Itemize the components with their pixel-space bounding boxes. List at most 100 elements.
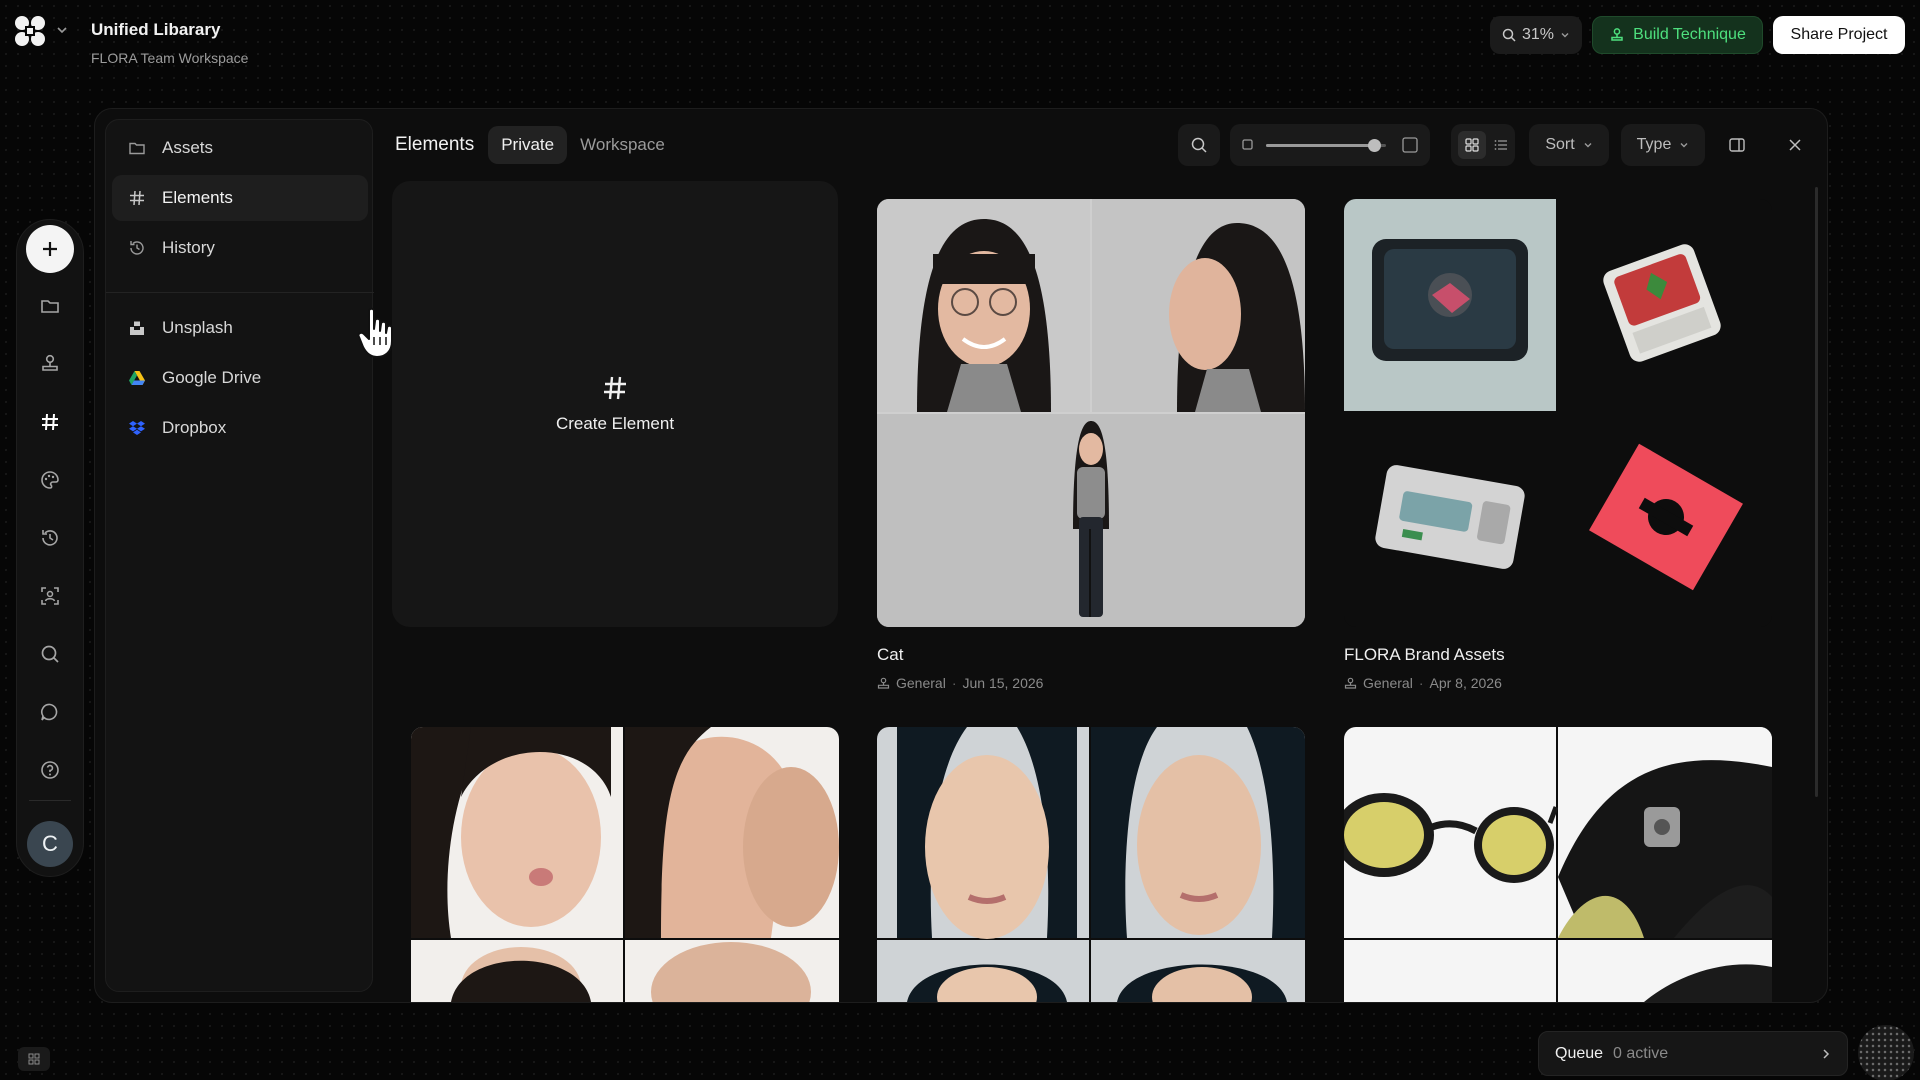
sidebar-item-label: Elements <box>162 188 233 207</box>
thumbnail-size-slider[interactable] <box>1230 124 1430 166</box>
sidebar-panel-icon <box>1728 136 1746 154</box>
zoom-control[interactable]: 31% <box>1490 16 1582 54</box>
sidebar-item-elements[interactable]: Elements <box>112 175 368 221</box>
share-project-button[interactable]: Share Project <box>1773 16 1905 54</box>
plus-icon[interactable] <box>26 225 74 273</box>
workspace-name: FLORA Team Workspace <box>91 50 249 66</box>
card-category: General <box>896 675 946 691</box>
chevron-down-icon <box>1583 140 1593 150</box>
search-button[interactable] <box>1178 124 1220 166</box>
library-sidebar: Assets Elements History Unsplash Google <box>105 119 374 992</box>
grid-icon <box>28 1053 40 1065</box>
small-square-icon <box>1242 139 1253 150</box>
minimap-button[interactable] <box>1858 1025 1914 1080</box>
chevron-right-icon <box>1821 1048 1831 1060</box>
element-card-flora-brand-assets[interactable]: FLORA Brand Assets General · Apr 8, 2026 <box>1344 199 1772 691</box>
stamp-icon[interactable] <box>33 347 67 381</box>
stamp-icon <box>877 677 890 690</box>
search-icon <box>1190 136 1208 154</box>
card-date: Jun 15, 2026 <box>962 675 1044 691</box>
card-meta: General · Apr 8, 2026 <box>1344 675 1772 691</box>
sidebar-item-label: Google Drive <box>162 368 262 387</box>
card-category: General <box>1363 675 1413 691</box>
folder-icon <box>126 137 148 159</box>
tab-private[interactable]: Private <box>488 126 568 164</box>
element-card-cat[interactable]: Cat General · Jun 15, 2026 <box>877 199 1305 691</box>
slider-handle[interactable] <box>1368 139 1381 152</box>
hash-icon <box>601 374 629 402</box>
queue-label: Queue <box>1555 1044 1604 1062</box>
chevron-down-icon[interactable] <box>56 24 68 36</box>
top-bar: Unified Libarary FLORA Team Workspace 31… <box>0 0 1920 90</box>
element-thumbnail[interactable] <box>877 727 1305 1002</box>
scrollbar[interactable] <box>1815 187 1818 797</box>
type-label: Type <box>1636 136 1672 153</box>
stamp-icon <box>1344 677 1357 690</box>
history-icon <box>126 237 148 259</box>
sort-dropdown[interactable]: Sort <box>1529 124 1609 166</box>
rail-divider <box>29 800 71 801</box>
card-meta: General · Jun 15, 2026 <box>877 675 1305 691</box>
unsplash-icon <box>126 317 148 339</box>
chevron-down-icon <box>1560 30 1570 40</box>
card-title: FLORA Brand Assets <box>1344 645 1505 664</box>
project-title[interactable]: Unified Libarary <box>91 20 220 40</box>
create-element-card[interactable]: Create Element <box>392 181 838 627</box>
flora-logo-icon[interactable] <box>14 15 46 47</box>
large-square-icon <box>1402 137 1418 153</box>
card-date: Apr 8, 2026 <box>1429 675 1502 691</box>
hash-icon <box>126 187 148 209</box>
zoom-value: 31% <box>1521 26 1555 43</box>
create-element-label: Create Element <box>555 414 675 433</box>
sidebar-item-google-drive[interactable]: Google Drive <box>112 355 368 401</box>
shortcuts-button[interactable] <box>18 1047 50 1071</box>
sidebar-item-assets[interactable]: Assets <box>112 125 368 171</box>
sidebar-item-history[interactable]: History <box>112 225 368 271</box>
history-icon[interactable] <box>33 521 67 555</box>
folder-icon[interactable] <box>33 289 67 323</box>
element-thumbnail[interactable] <box>411 727 839 1002</box>
sidebar-item-dropbox[interactable]: Dropbox <box>112 405 368 451</box>
element-thumbnail[interactable] <box>1344 199 1772 627</box>
tab-workspace[interactable]: Workspace <box>567 126 678 164</box>
hash-icon[interactable] <box>33 405 67 439</box>
close-button[interactable] <box>1775 124 1815 166</box>
slider-fill <box>1266 144 1374 147</box>
card-title: Cat <box>877 645 904 664</box>
sort-label: Sort <box>1545 136 1575 153</box>
stamp-icon <box>1609 27 1625 43</box>
sidebar-item-label: History <box>162 238 215 257</box>
build-technique-button[interactable]: Build Technique <box>1592 16 1763 54</box>
element-thumbnail[interactable] <box>1344 727 1772 1002</box>
queue-panel[interactable]: Queue 0 active <box>1538 1031 1848 1076</box>
chat-icon[interactable] <box>33 695 67 729</box>
build-technique-label: Build Technique <box>1633 26 1746 43</box>
sidebar-divider <box>106 292 374 293</box>
slider-track[interactable] <box>1266 139 1386 152</box>
google-drive-icon <box>126 367 148 389</box>
tool-rail: C <box>16 219 84 877</box>
elements-tabs: Elements Private Workspace <box>395 125 678 165</box>
avatar[interactable]: C <box>27 821 73 867</box>
hand-cursor-icon <box>357 307 399 359</box>
grid-view-icon[interactable] <box>1458 131 1486 159</box>
library-panel: Assets Elements History Unsplash Google <box>94 108 1828 1003</box>
type-dropdown[interactable]: Type <box>1621 124 1705 166</box>
list-view-icon[interactable] <box>1494 138 1508 152</box>
close-icon <box>1787 137 1803 153</box>
chevron-down-icon <box>1679 140 1689 150</box>
zoom-icon <box>1502 28 1516 42</box>
help-icon[interactable] <box>33 753 67 787</box>
view-toggle <box>1451 124 1515 166</box>
sidebar-item-label: Assets <box>162 138 214 157</box>
panel-toggle-button[interactable] <box>1717 124 1757 166</box>
sidebar-item-label: Dropbox <box>162 418 227 437</box>
sidebar-item-unsplash[interactable]: Unsplash <box>112 305 368 351</box>
page-title: Elements <box>395 134 475 155</box>
element-thumbnail[interactable] <box>877 199 1305 627</box>
search-icon[interactable] <box>33 637 67 671</box>
queue-status: 0 active <box>1613 1044 1669 1062</box>
scan-icon[interactable] <box>33 579 67 613</box>
dropbox-icon <box>126 417 148 439</box>
palette-icon[interactable] <box>33 463 67 497</box>
